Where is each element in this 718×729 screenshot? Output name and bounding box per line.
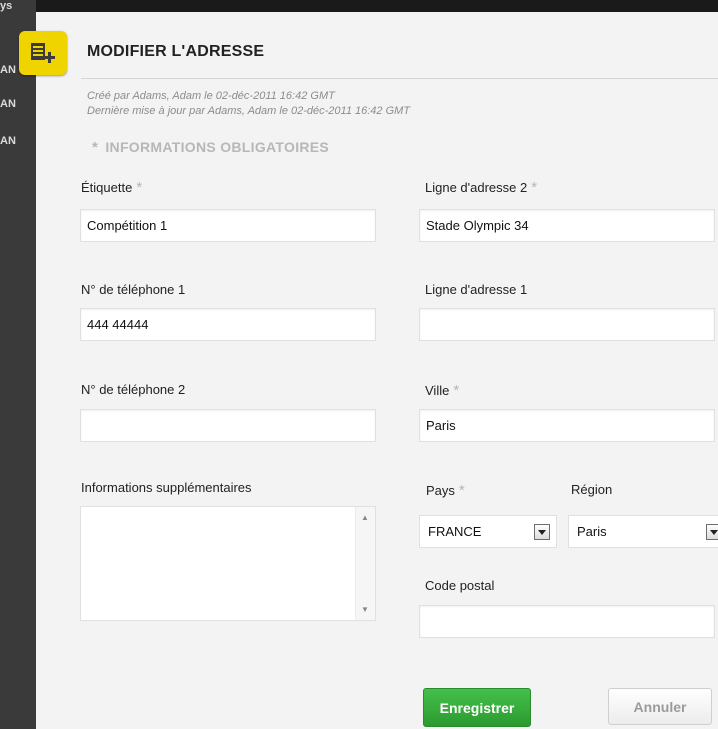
scroll-down-arrow-icon[interactable]: ▼: [361, 605, 369, 614]
label-field-label: Étiquette *: [81, 179, 142, 196]
required-star-icon: *: [136, 179, 143, 196]
country-select[interactable]: FRANCE: [419, 515, 557, 548]
address-line2-input[interactable]: [419, 209, 715, 242]
updated-info: Dernière mise à jour par Adams, Adam le …: [87, 105, 411, 117]
label-input[interactable]: [80, 209, 376, 242]
city-label-text: Ville: [425, 383, 450, 398]
region-select[interactable]: Paris: [568, 515, 718, 548]
background-fragment: AN: [0, 98, 16, 110]
address-line1-label: Ligne d'adresse 1: [425, 282, 528, 297]
required-star-icon: *: [458, 482, 465, 499]
address-book-add-icon: [19, 31, 67, 75]
background-fragment: AN: [0, 135, 16, 147]
required-section-header: * INFORMATIONS OBLIGATOIRES: [92, 139, 329, 156]
country-label: Pays *: [426, 482, 465, 499]
scroll-up-arrow-icon[interactable]: ▲: [361, 513, 369, 522]
required-section-label: INFORMATIONS OBLIGATOIRES: [105, 139, 330, 155]
phone1-label: N° de téléphone 1: [81, 282, 186, 297]
created-info: Créé par Adams, Adam le 02-déc-2011 16:4…: [87, 90, 335, 102]
postal-code-input[interactable]: [419, 605, 715, 638]
country-label-text: Pays: [426, 483, 455, 498]
required-star-icon: *: [92, 139, 99, 156]
cancel-button[interactable]: Annuler: [608, 688, 712, 725]
region-select-value: Paris: [577, 524, 607, 539]
postal-code-label: Code postal: [425, 578, 495, 593]
country-select-value: FRANCE: [428, 524, 482, 539]
background-fragment: ys: [0, 0, 13, 12]
textarea-scrollbar[interactable]: ▲ ▼: [355, 507, 375, 620]
edit-address-dialog: MODIFIER L'ADRESSE Créé par Adams, Adam …: [19, 12, 718, 729]
title-divider: [81, 78, 718, 79]
background-fragment: AN: [0, 64, 16, 76]
phone1-input[interactable]: [80, 308, 376, 341]
additional-info-textarea[interactable]: ▲ ▼: [80, 506, 376, 621]
additional-info-label: Informations supplémentaires: [81, 480, 252, 495]
save-button[interactable]: Enregistrer: [423, 688, 531, 727]
required-star-icon: *: [531, 179, 538, 196]
phone2-input[interactable]: [80, 409, 376, 442]
address-line2-label: Ligne d'adresse 2 *: [425, 179, 537, 196]
background-topbar: [0, 0, 718, 12]
dialog-title: MODIFIER L'ADRESSE: [87, 43, 265, 60]
phone2-label: N° de téléphone 2: [81, 382, 186, 397]
city-input[interactable]: [419, 409, 715, 442]
city-label: Ville *: [425, 382, 459, 399]
address-line2-label-text: Ligne d'adresse 2: [425, 180, 528, 195]
label-field-label-text: Étiquette: [81, 180, 133, 195]
required-star-icon: *: [453, 382, 460, 399]
chevron-down-icon[interactable]: [706, 524, 718, 540]
address-line1-input[interactable]: [419, 308, 715, 341]
region-label: Région: [571, 482, 613, 497]
chevron-down-icon[interactable]: [534, 524, 550, 540]
